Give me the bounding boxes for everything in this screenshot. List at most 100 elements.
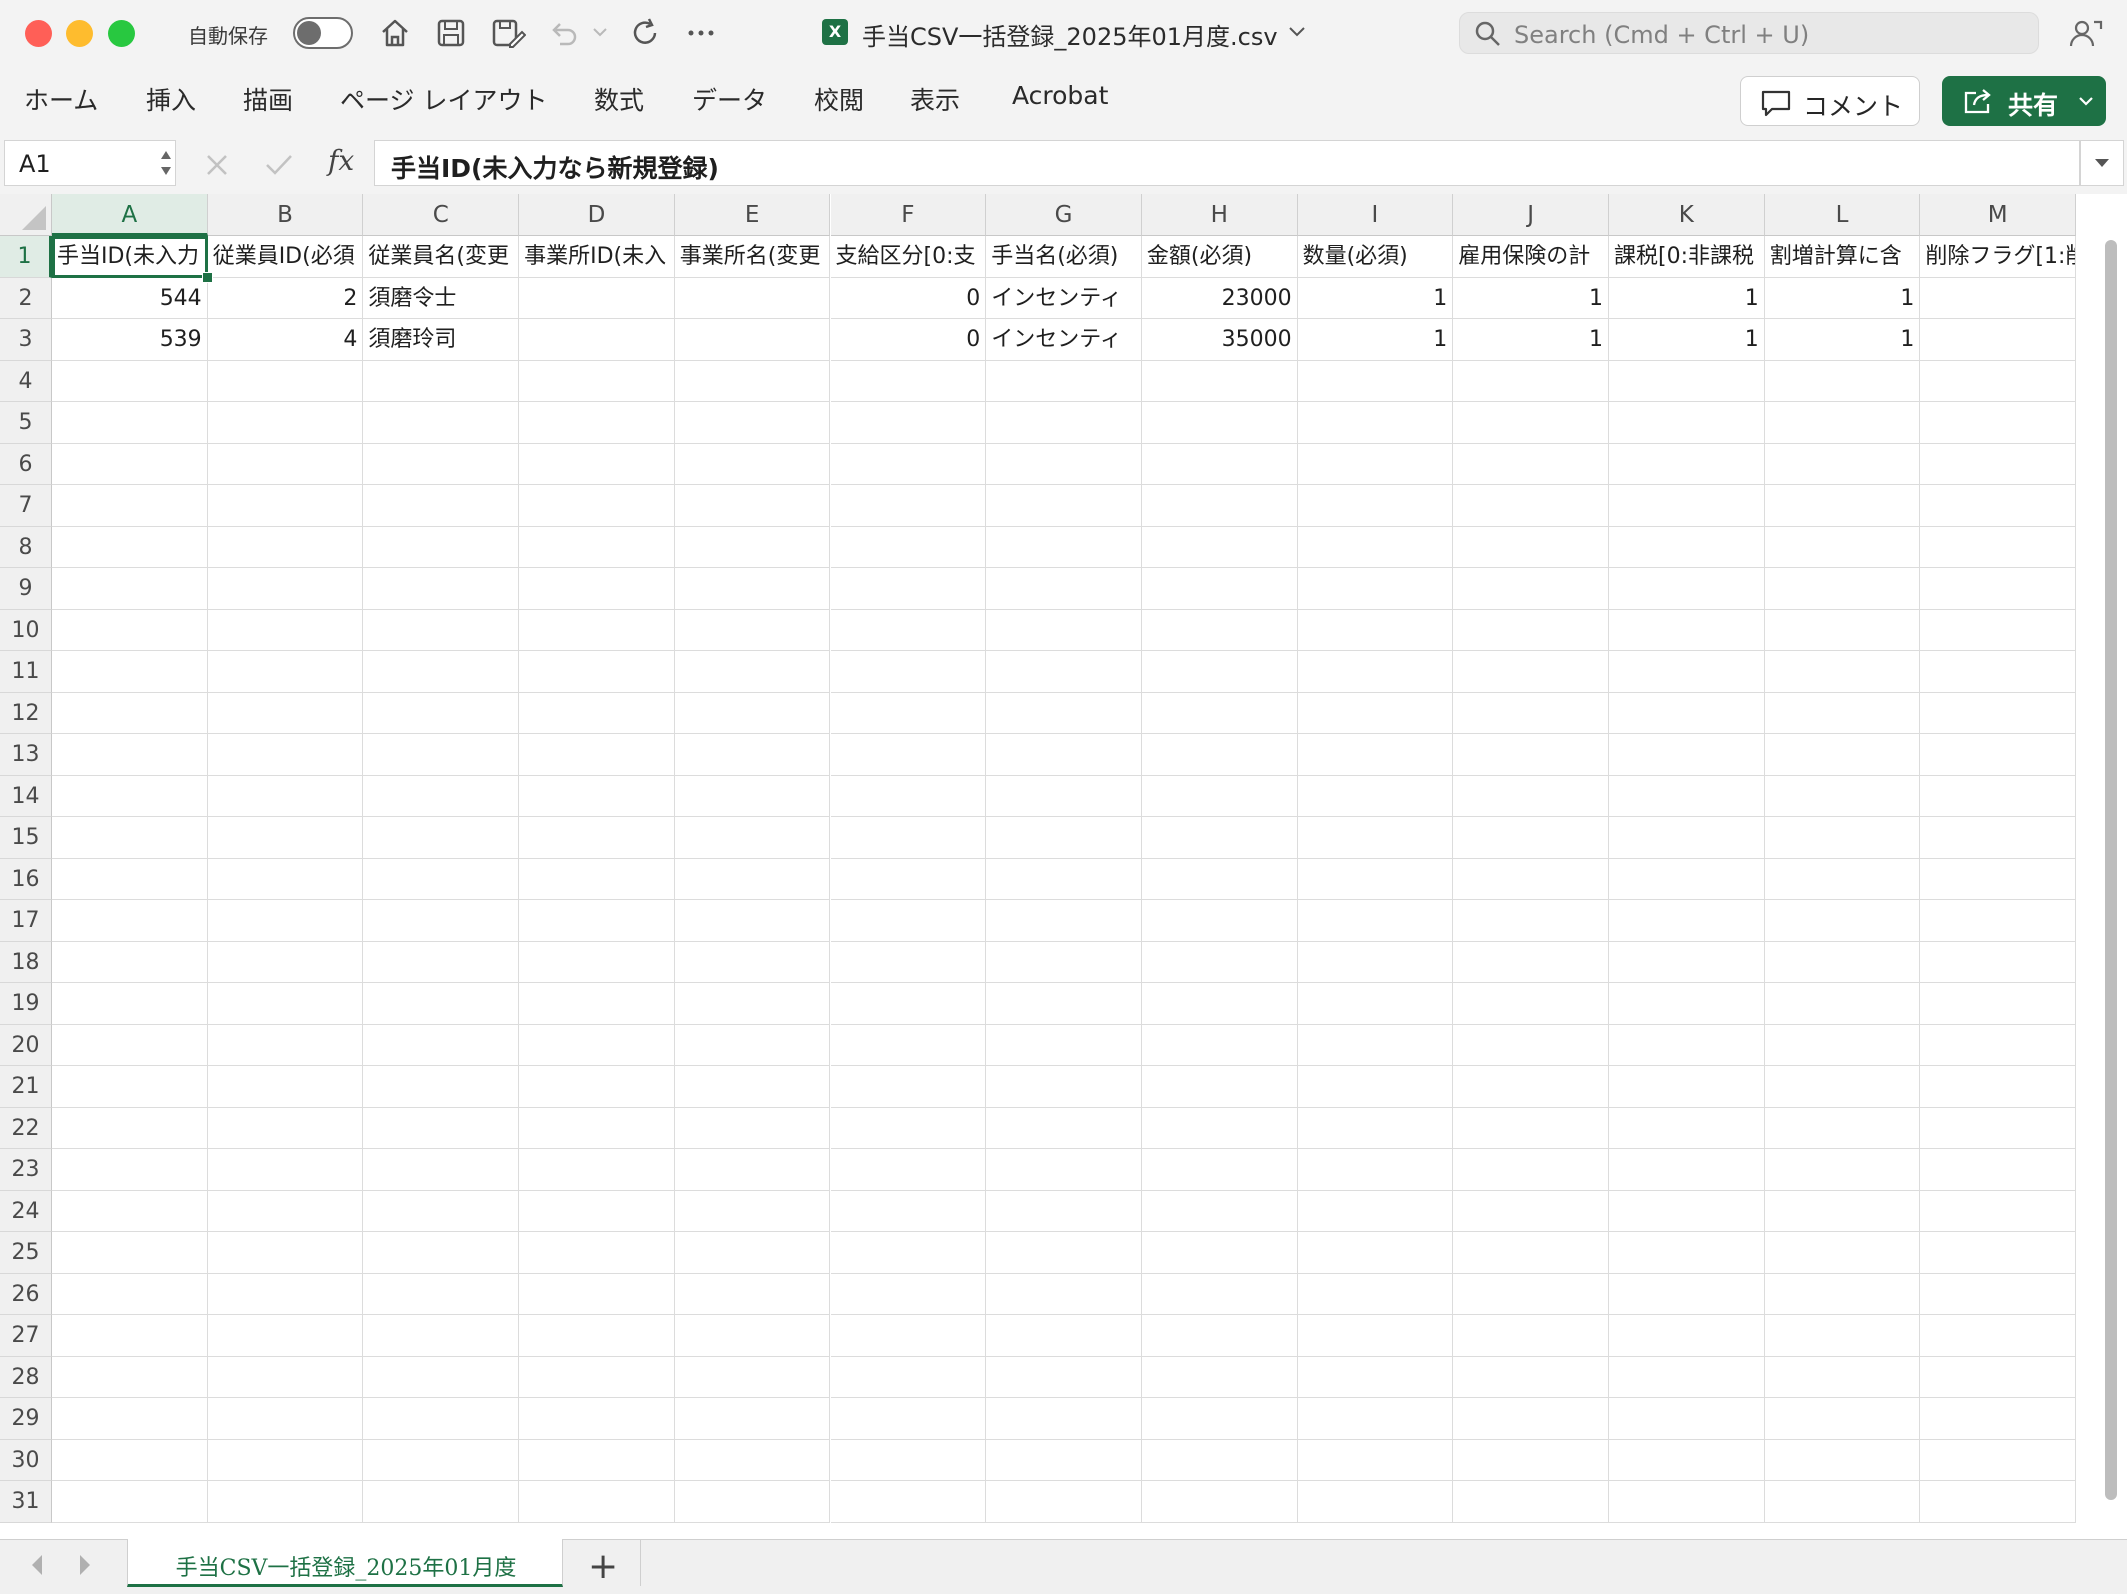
cell-h18[interactable]	[1141, 941, 1298, 983]
autosave-toggle[interactable]	[293, 17, 353, 49]
cell-j18[interactable]	[1453, 941, 1609, 983]
cell-a16[interactable]	[52, 858, 208, 900]
row-header-9[interactable]: 9	[0, 568, 52, 610]
cell-k14[interactable]	[1609, 775, 1765, 817]
cell-l25[interactable]	[1764, 1232, 1921, 1274]
cell-m3[interactable]	[1920, 319, 2077, 361]
cell-j3[interactable]: 1	[1453, 319, 1609, 361]
cell-b25[interactable]	[207, 1232, 364, 1274]
cell-h2[interactable]: 23000	[1141, 277, 1298, 319]
cell-l12[interactable]	[1764, 692, 1921, 734]
cell-m24[interactable]	[1920, 1190, 2077, 1232]
cell-c16[interactable]	[363, 858, 520, 900]
search-field[interactable]: Search (Cmd + Ctrl + U)	[1459, 12, 2039, 54]
row-header-8[interactable]: 8	[0, 526, 52, 568]
comment-button[interactable]: コメント	[1740, 76, 1920, 126]
zoom-window-button[interactable]	[108, 20, 135, 47]
cell-c30[interactable]	[363, 1439, 520, 1481]
cell-h13[interactable]	[1141, 734, 1298, 776]
cell-d4[interactable]	[519, 360, 675, 402]
cell-h8[interactable]	[1141, 526, 1298, 568]
cell-k29[interactable]	[1609, 1398, 1765, 1440]
cell-e15[interactable]	[674, 817, 831, 859]
cell-a27[interactable]	[52, 1315, 208, 1357]
cell-l27[interactable]	[1764, 1315, 1921, 1357]
cell-g24[interactable]	[986, 1190, 1142, 1232]
cell-f17[interactable]	[830, 900, 987, 942]
cell-m7[interactable]	[1920, 485, 2077, 527]
cell-h25[interactable]	[1141, 1232, 1298, 1274]
cell-k3[interactable]: 1	[1609, 319, 1765, 361]
cell-c24[interactable]	[363, 1190, 520, 1232]
cell-m4[interactable]	[1920, 360, 2077, 402]
account-icon[interactable]	[2068, 16, 2104, 52]
cell-b31[interactable]	[207, 1481, 364, 1523]
cell-c12[interactable]	[363, 692, 520, 734]
cell-k26[interactable]	[1609, 1273, 1765, 1315]
cell-c26[interactable]	[363, 1273, 520, 1315]
add-sheet-button[interactable]: +	[588, 1546, 618, 1587]
cell-m11[interactable]	[1920, 651, 2077, 693]
cell-b9[interactable]	[207, 568, 364, 610]
cell-c2[interactable]: 須磨令士	[363, 277, 520, 319]
cell-j5[interactable]	[1453, 402, 1609, 444]
cell-l23[interactable]	[1764, 1149, 1921, 1191]
column-header-f[interactable]: F	[830, 194, 987, 236]
tab-insert[interactable]: 挿入	[146, 81, 196, 117]
cell-e18[interactable]	[674, 941, 831, 983]
cell-k19[interactable]	[1609, 983, 1765, 1025]
cell-m26[interactable]	[1920, 1273, 2077, 1315]
cell-a23[interactable]	[52, 1149, 208, 1191]
cell-e7[interactable]	[674, 485, 831, 527]
cell-m22[interactable]	[1920, 1107, 2077, 1149]
cell-f20[interactable]	[830, 1024, 987, 1066]
cell-h31[interactable]	[1141, 1481, 1298, 1523]
cell-d18[interactable]	[519, 941, 675, 983]
column-header-l[interactable]: L	[1764, 194, 1921, 236]
cell-b15[interactable]	[207, 817, 364, 859]
cell-c14[interactable]	[363, 775, 520, 817]
close-window-button[interactable]	[25, 20, 52, 47]
cell-j20[interactable]	[1453, 1024, 1609, 1066]
cell-l20[interactable]	[1764, 1024, 1921, 1066]
cell-c7[interactable]	[363, 485, 520, 527]
column-header-g[interactable]: G	[986, 194, 1142, 236]
cell-k12[interactable]	[1609, 692, 1765, 734]
cell-f23[interactable]	[830, 1149, 987, 1191]
cell-f29[interactable]	[830, 1398, 987, 1440]
cell-l6[interactable]	[1764, 443, 1921, 485]
cell-h16[interactable]	[1141, 858, 1298, 900]
tab-review[interactable]: 校閲	[814, 81, 864, 117]
cell-k5[interactable]	[1609, 402, 1765, 444]
cell-m12[interactable]	[1920, 692, 2077, 734]
cell-f4[interactable]	[830, 360, 987, 402]
cell-e14[interactable]	[674, 775, 831, 817]
cell-c28[interactable]	[363, 1356, 520, 1398]
row-header-29[interactable]: 29	[0, 1398, 52, 1440]
cell-j16[interactable]	[1453, 858, 1609, 900]
cell-h5[interactable]	[1141, 402, 1298, 444]
cell-d29[interactable]	[519, 1398, 675, 1440]
cell-b23[interactable]	[207, 1149, 364, 1191]
cell-g17[interactable]	[986, 900, 1142, 942]
cell-l2[interactable]: 1	[1764, 277, 1921, 319]
cell-k22[interactable]	[1609, 1107, 1765, 1149]
cell-d16[interactable]	[519, 858, 675, 900]
cell-e31[interactable]	[674, 1481, 831, 1523]
cell-e11[interactable]	[674, 651, 831, 693]
cell-d25[interactable]	[519, 1232, 675, 1274]
cell-b18[interactable]	[207, 941, 364, 983]
cell-e5[interactable]	[674, 402, 831, 444]
cell-m16[interactable]	[1920, 858, 2077, 900]
cell-h19[interactable]	[1141, 983, 1298, 1025]
cell-c17[interactable]	[363, 900, 520, 942]
cell-g21[interactable]	[986, 1066, 1142, 1108]
cell-l21[interactable]	[1764, 1066, 1921, 1108]
cell-l13[interactable]	[1764, 734, 1921, 776]
prev-sheet-icon[interactable]	[28, 1552, 46, 1578]
cell-h24[interactable]	[1141, 1190, 1298, 1232]
cell-k21[interactable]	[1609, 1066, 1765, 1108]
cell-g18[interactable]	[986, 941, 1142, 983]
formula-input[interactable]: 手当ID(未入力なら新規登録)	[374, 140, 2080, 186]
cell-f12[interactable]	[830, 692, 987, 734]
